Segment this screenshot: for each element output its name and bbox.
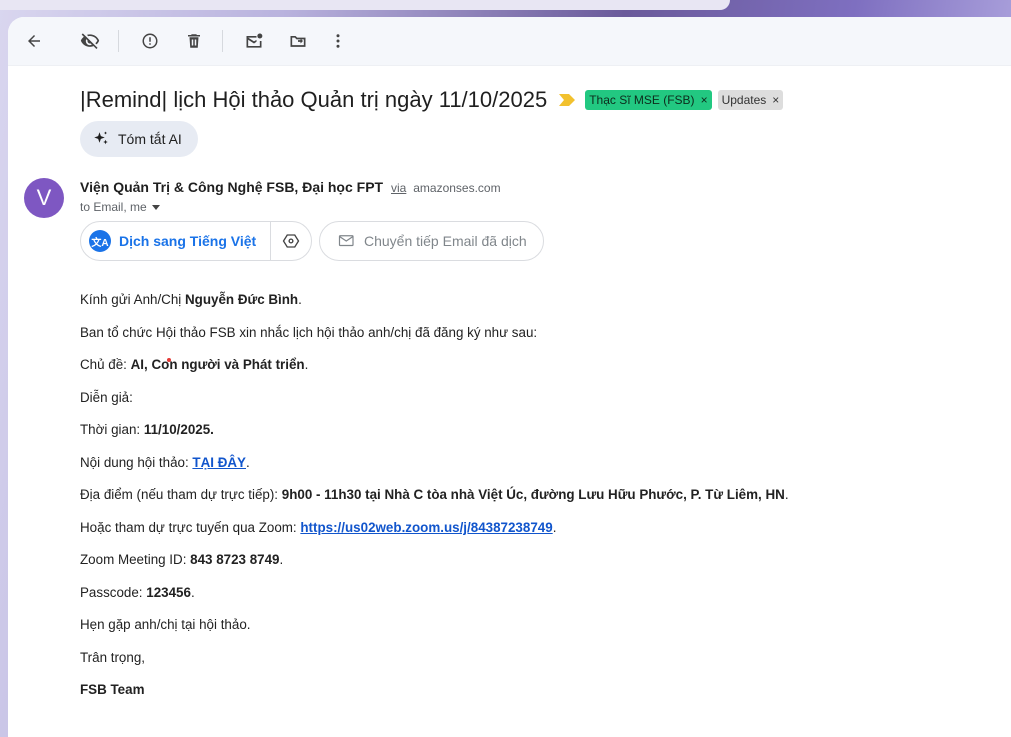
move-to-button[interactable] <box>282 25 314 57</box>
report-spam-button[interactable] <box>134 25 166 57</box>
settings-hexagon-icon <box>282 234 300 248</box>
forward-translated-button[interactable]: Chuyển tiếp Email đã dịch <box>319 221 544 261</box>
snooze-hide-button[interactable] <box>74 25 106 57</box>
toolbar-separator <box>222 30 223 52</box>
intro-line: Ban tổ chức Hội thảo FSB xin nhắc lịch h… <box>80 325 538 340</box>
content-line: Nội dung hội thảo: TẠI ĐÂY. <box>80 455 250 470</box>
sender-line: Viện Quản Trị & Công Nghệ FSB, Đại học F… <box>80 179 501 195</box>
toolbar-separator <box>118 30 119 52</box>
email-toolbar <box>8 17 1011 66</box>
translate-button[interactable]: 文A Dịch sang Tiếng Việt <box>81 222 272 260</box>
sender-name[interactable]: Viện Quản Trị & Công Nghệ FSB, Đại học F… <box>80 179 383 195</box>
label-text: Updates <box>721 93 767 107</box>
signature-line: FSB Team <box>80 682 145 697</box>
zoom-line: Hoặc tham dự trực tuyến qua Zoom: https:… <box>80 520 557 535</box>
back-button[interactable] <box>18 25 50 57</box>
delete-button[interactable] <box>178 25 210 57</box>
zoom-link[interactable]: https://us02web.zoom.us/j/84387238749 <box>300 520 552 535</box>
recipients-text: to Email, me <box>80 200 147 214</box>
time-line: Thời gian: 11/10/2025. <box>80 422 214 437</box>
content-link[interactable]: TẠI ĐÂY <box>192 455 246 470</box>
recipients-details[interactable]: to Email, me <box>80 200 161 214</box>
greeting-line: Kính gửi Anh/Chị Nguyễn Đức Bình. <box>80 292 302 307</box>
translate-icon: 文A <box>89 230 111 252</box>
via-link[interactable]: via <box>391 181 406 195</box>
remove-label-icon[interactable]: × <box>701 93 708 107</box>
location-value: 9h00 - 11h30 tại Nhà C tòa nhà Việt Úc, … <box>281 487 785 502</box>
eye-off-icon <box>80 33 100 49</box>
forward-translated-label: Chuyển tiếp Email đã dịch <box>364 233 527 249</box>
sender-avatar[interactable]: V <box>24 178 64 218</box>
recipient-name: Nguyễn Đức Bình <box>185 292 299 307</box>
move-to-icon <box>290 36 306 47</box>
subject-row: |Remind| lịch Hội thảo Quản trị ngày 11/… <box>80 87 784 113</box>
trash-icon <box>188 34 200 48</box>
back-arrow-icon <box>28 35 40 47</box>
location-line: Địa điểm (nếu tham dự trực tiếp): 9h00 -… <box>80 487 789 502</box>
sender-domain: amazonses.com <box>413 181 501 195</box>
closing-line: Hẹn gặp anh/chị tại hội thảo. <box>80 617 251 632</box>
meeting-id-line: Zoom Meeting ID: 843 8723 8749. <box>80 552 284 567</box>
sparkle-icon <box>94 131 108 145</box>
ai-summary-label: Tóm tắt AI <box>118 131 182 147</box>
regards-line: Trân trọng, <box>80 650 145 665</box>
email-subject: |Remind| lịch Hội thảo Quản trị ngày 11/… <box>80 87 548 112</box>
label-text: Thạc Sĩ MSE (FSB) <box>589 93 695 107</box>
passcode-value: 123456 <box>146 585 191 600</box>
topic-value: AI, Con người và Phát triển <box>130 357 305 372</box>
ai-summary-button[interactable]: Tóm tắt AI <box>80 121 198 157</box>
meeting-id-value: 843 8723 8749 <box>190 552 280 567</box>
mark-unread-button[interactable] <box>238 25 270 57</box>
speaker-line: Diễn giả: <box>80 390 133 405</box>
more-vert-icon <box>336 34 340 48</box>
remove-label-icon[interactable]: × <box>772 93 779 107</box>
label-thac-si-mse[interactable]: Thạc Sĩ MSE (FSB) × <box>585 90 712 110</box>
importance-marker-icon[interactable] <box>559 94 576 106</box>
email-window: |Remind| lịch Hội thảo Quản trị ngày 11/… <box>8 17 1011 737</box>
mail-forward-icon <box>338 235 354 247</box>
label-updates[interactable]: Updates × <box>717 90 784 110</box>
mark-unread-icon <box>246 33 263 48</box>
translate-control: 文A Dịch sang Tiếng Việt <box>80 221 312 261</box>
more-options-button[interactable] <box>322 25 354 57</box>
time-value: 11/10/2025. <box>143 422 214 437</box>
topic-line: Chủ đề: AI, Con người và Phát triển. <box>80 357 309 372</box>
passcode-line: Passcode: 123456. <box>80 585 195 600</box>
report-icon <box>142 33 158 49</box>
translate-settings-button[interactable] <box>271 222 311 260</box>
translate-label: Dịch sang Tiếng Việt <box>119 233 257 249</box>
background-tab-strip <box>0 0 730 10</box>
caret-down-icon <box>151 205 160 210</box>
